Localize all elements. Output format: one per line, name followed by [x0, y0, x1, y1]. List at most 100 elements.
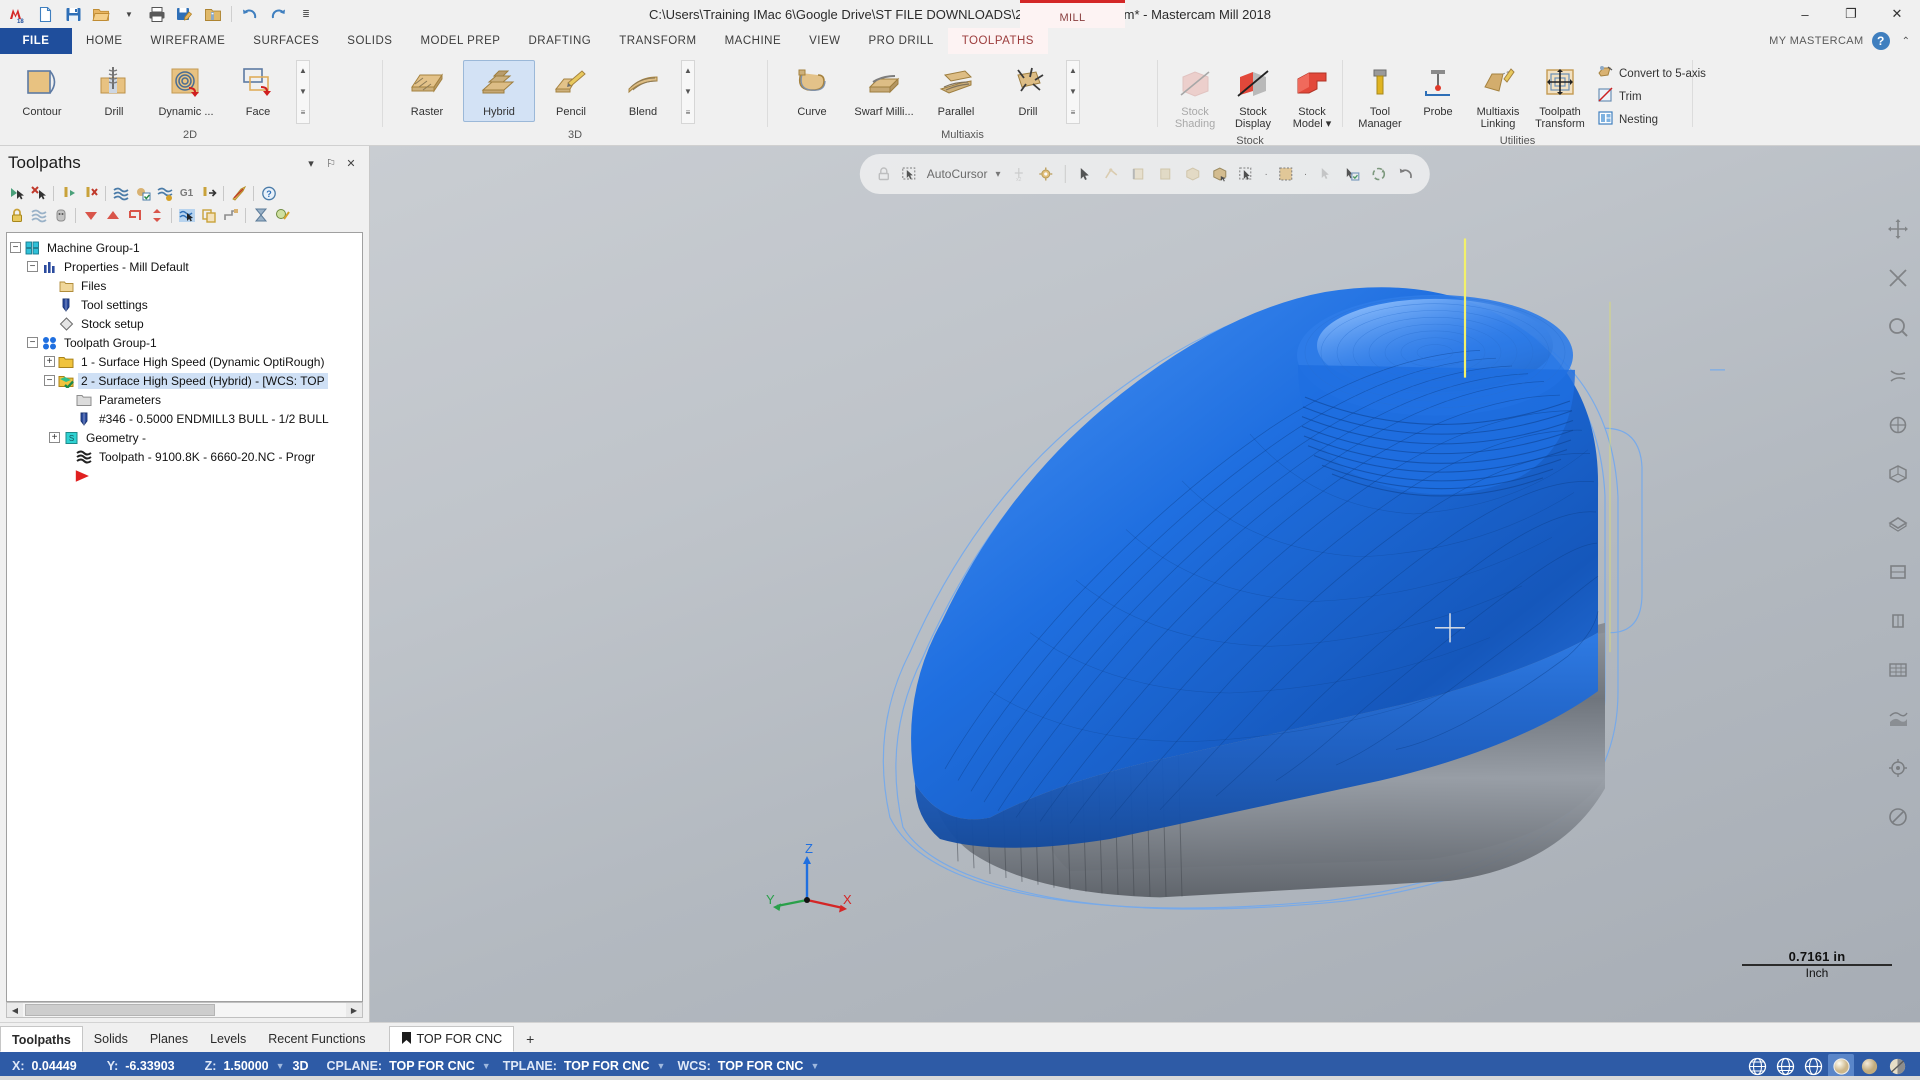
button-multiaxis-linking[interactable]: Multiaxis Linking: [1467, 60, 1529, 134]
branch-icon[interactable]: [220, 205, 241, 225]
tree-toggle-minus[interactable]: −: [10, 242, 21, 253]
toggle-display-icon[interactable]: [28, 205, 49, 225]
move-sort-icon[interactable]: [146, 205, 167, 225]
scroll-left-icon[interactable]: ◀: [7, 1003, 23, 1017]
undo-select-icon[interactable]: [1394, 162, 1418, 186]
close-button[interactable]: ✕: [1874, 0, 1920, 28]
fit-icon[interactable]: [1878, 204, 1918, 253]
tree-item-files[interactable]: Files: [10, 276, 359, 295]
tree-toggle-plus[interactable]: +: [49, 432, 60, 443]
high-feed-icon[interactable]: [228, 183, 249, 203]
gallery-spinner-3d[interactable]: ▲ ▼ ≡: [681, 60, 695, 124]
move-up-icon[interactable]: [102, 205, 123, 225]
button-parallel[interactable]: Parallel: [920, 60, 992, 122]
toggle-posting-icon[interactable]: [50, 205, 71, 225]
button-nesting[interactable]: Nesting: [1591, 109, 1712, 130]
rotate-view-icon[interactable]: [1367, 162, 1391, 186]
gouraud-shade-icon[interactable]: [1828, 1054, 1854, 1078]
button-contour[interactable]: Contour: [6, 60, 78, 122]
tab-view[interactable]: VIEW: [795, 28, 854, 54]
shaded-globe-icon[interactable]: [1800, 1054, 1826, 1078]
zoom-window-icon[interactable]: [1878, 302, 1918, 351]
analyze-icon[interactable]: [1878, 792, 1918, 841]
post-icon[interactable]: [198, 183, 219, 203]
spinner-up[interactable]: ▲: [1067, 64, 1079, 78]
graphics-viewport[interactable]: AutoCursor ▾ x2 · · Z X Y 0.7161 in Inch: [370, 146, 1920, 1022]
tree-toggle-minus[interactable]: −: [44, 375, 55, 386]
spinner-up[interactable]: ▲: [297, 64, 309, 78]
status-wcs[interactable]: WCS: TOP FOR CNC ▼: [677, 1059, 819, 1073]
status-tplane[interactable]: TPLANE: TOP FOR CNC ▼: [503, 1059, 666, 1073]
close-icon[interactable]: ✕: [341, 153, 361, 173]
chevron-down-icon[interactable]: ▾: [992, 169, 1003, 180]
tab-machine[interactable]: MACHINE: [711, 28, 796, 54]
minimize-button[interactable]: –: [1782, 0, 1828, 28]
button-multiaxis-drill[interactable]: Drill: [992, 60, 1064, 122]
regen-selected-icon[interactable]: [58, 183, 79, 203]
shaded-icon[interactable]: [1878, 694, 1918, 743]
tree-item-insert-arrow[interactable]: [10, 466, 359, 485]
customize-qat-icon[interactable]: ≣: [293, 2, 319, 26]
autocursor-icon[interactable]: [899, 162, 923, 186]
cplane-dropdown-icon[interactable]: ▼: [482, 1061, 491, 1071]
button-stock-display[interactable]: Stock Display: [1224, 60, 1282, 134]
chevron-up-icon[interactable]: ⌃: [1898, 36, 1914, 47]
copy-icon[interactable]: [198, 205, 219, 225]
tree-item-stock-setup[interactable]: Stock setup: [10, 314, 359, 333]
lock-icon[interactable]: [6, 205, 27, 225]
button-dynamic-mill[interactable]: Dynamic ...: [150, 60, 222, 122]
top-view-icon[interactable]: [1878, 498, 1918, 547]
undo-icon[interactable]: [237, 2, 263, 26]
tab-wireframe[interactable]: WIREFRAME: [137, 28, 240, 54]
tree-toggle-minus[interactable]: −: [27, 261, 38, 272]
save-as-icon[interactable]: [172, 2, 198, 26]
regen-dirty-icon[interactable]: [110, 183, 131, 203]
tab-drafting[interactable]: DRAFTING: [514, 28, 605, 54]
button-stock-shading[interactable]: Stock Shading: [1166, 60, 1224, 134]
simulate-icon[interactable]: [250, 205, 271, 225]
select-area-icon[interactable]: [1274, 162, 1298, 186]
coord-dropdown-icon[interactable]: ▼: [276, 1061, 285, 1071]
right-view-icon[interactable]: [1878, 596, 1918, 645]
spinner-down[interactable]: ▼: [297, 85, 309, 99]
unzoom-icon[interactable]: [1878, 253, 1918, 302]
bottom-tab-recent-functions[interactable]: Recent Functions: [257, 1026, 376, 1052]
verify-icon[interactable]: [272, 205, 293, 225]
dynamic-rotate-icon[interactable]: [1878, 351, 1918, 400]
button-blend[interactable]: Blend: [607, 60, 679, 122]
maximize-button[interactable]: ❐: [1828, 0, 1874, 28]
help-icon[interactable]: ?: [258, 183, 279, 203]
levels-icon[interactable]: [1878, 743, 1918, 792]
button-raster[interactable]: Raster: [391, 60, 463, 122]
open-folder-icon[interactable]: [88, 2, 114, 26]
bottom-tab-toolpaths[interactable]: Toolpaths: [0, 1026, 83, 1052]
panel-menu-icon[interactable]: ▾: [301, 153, 321, 173]
spinner-down[interactable]: ▼: [682, 85, 694, 99]
button-drill-2d[interactable]: Drill: [78, 60, 150, 122]
select-window-icon[interactable]: [1235, 162, 1259, 186]
tree-horizontal-scrollbar[interactable]: ◀ ▶: [6, 1002, 363, 1018]
print-icon[interactable]: [144, 2, 170, 26]
scroll-right-icon[interactable]: ▶: [346, 1003, 362, 1017]
button-curve[interactable]: Curve: [776, 60, 848, 122]
midpoint-snap-icon[interactable]: x2: [1007, 162, 1031, 186]
lock-icon[interactable]: [872, 162, 896, 186]
toolpath-tree-container[interactable]: − Machine Group-1 − Properties - Mill De…: [6, 232, 363, 1002]
pin-icon[interactable]: ⚐: [321, 153, 341, 173]
button-face[interactable]: Face: [222, 60, 294, 122]
select-face-icon[interactable]: [1154, 162, 1178, 186]
move-down-icon[interactable]: [80, 205, 101, 225]
tab-surfaces[interactable]: SURFACES: [239, 28, 333, 54]
tab-toolpaths[interactable]: TOOLPATHS: [947, 28, 1048, 54]
button-tool-manager[interactable]: Tool Manager: [1351, 60, 1409, 134]
spinner-down[interactable]: ▼: [1067, 85, 1079, 99]
tree-toggle-plus[interactable]: +: [44, 356, 55, 367]
move-insert-icon[interactable]: [124, 205, 145, 225]
select-solid-icon[interactable]: [1181, 162, 1205, 186]
toolpath-select-icon[interactable]: [176, 205, 197, 225]
front-view-icon[interactable]: [1878, 547, 1918, 596]
button-swarf-milling[interactable]: Swarf Milli...: [848, 60, 920, 122]
select-body-icon[interactable]: [1208, 162, 1232, 186]
save-icon[interactable]: [60, 2, 86, 26]
select-wire-icon[interactable]: [1313, 162, 1337, 186]
